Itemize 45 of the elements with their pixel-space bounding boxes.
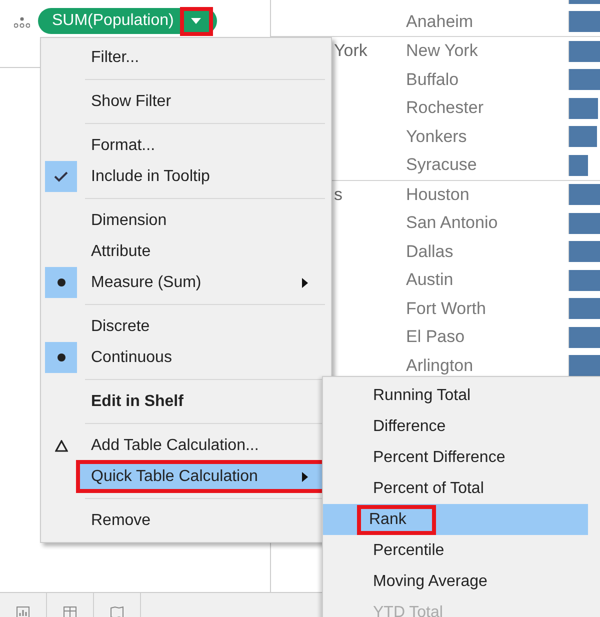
submenu-arrow-icon	[302, 472, 308, 482]
delta-icon	[54, 440, 68, 452]
city-label: San Antonio	[406, 213, 498, 232]
menu-item[interactable]: Dimension	[77, 205, 326, 236]
menu-item[interactable]: Include in Tooltip	[77, 161, 326, 192]
city-label: Rochester	[406, 98, 484, 118]
state-label: s	[334, 184, 342, 204]
city-label: Yonkers	[406, 126, 467, 146]
menu-item[interactable]: Percent Difference	[331, 444, 520, 470]
city-label: Houston	[406, 184, 470, 204]
bar-chart-icon	[16, 606, 30, 617]
city-label: El Paso	[406, 327, 465, 346]
dot-icon	[56, 278, 66, 287]
city-label: Fort Worth	[406, 298, 486, 318]
city-label: Austin	[406, 270, 454, 290]
city-label: Arlington	[406, 356, 474, 375]
menu-item[interactable]: Running Total	[331, 382, 485, 408]
menu-item[interactable]: Rank	[357, 504, 436, 534]
city-label: Syracuse	[406, 155, 477, 174]
menu-item[interactable]: Remove	[77, 505, 326, 536]
city-label: Buffalo	[406, 70, 459, 89]
menu-item[interactable]: Edit in Shelf	[77, 386, 326, 417]
menu-item[interactable]: Attribute	[77, 236, 326, 267]
menu-item[interactable]: Measure (Sum)	[77, 267, 326, 298]
city-label: Dallas	[406, 242, 454, 261]
map-icon	[110, 606, 124, 617]
state-label: York	[334, 41, 368, 60]
submenu-arrow-icon	[302, 278, 308, 288]
menu-item[interactable]: Continuous	[77, 342, 326, 373]
menu-item[interactable]: Add Table Calculation...	[77, 430, 326, 461]
table-icon	[63, 606, 77, 617]
dots-icon	[14, 17, 30, 28]
city-label: Anaheim	[406, 12, 474, 31]
menu-item[interactable]: Filter...	[77, 42, 326, 73]
menu-item[interactable]: Percent of Total	[331, 476, 498, 502]
menu-item[interactable]: Format...	[77, 130, 326, 161]
menu-item[interactable]: Percentile	[331, 538, 458, 564]
check-icon	[54, 171, 68, 182]
menu-item[interactable]: Difference	[331, 414, 460, 440]
caret-icon	[191, 18, 202, 24]
menu-item[interactable]: Moving Average	[331, 568, 502, 594]
menu-item[interactable]: Discrete	[77, 311, 326, 342]
menu-item[interactable]: Show Filter	[77, 86, 326, 117]
city-label: New York	[406, 41, 478, 60]
dot-icon	[56, 353, 66, 362]
